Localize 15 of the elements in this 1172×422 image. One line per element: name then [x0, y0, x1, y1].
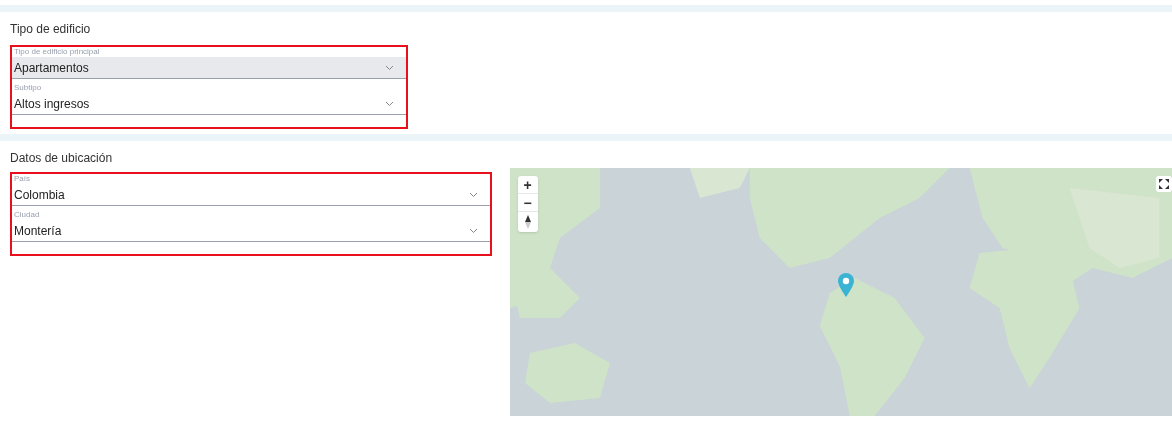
- fullscreen-icon[interactable]: [1156, 176, 1172, 192]
- field-label: Ciudad: [13, 210, 41, 220]
- chevron-down-icon: [385, 64, 394, 71]
- chevron-down-icon: [385, 100, 394, 107]
- field-label: Tipo de edificio principal: [13, 47, 101, 57]
- zoom-out-button[interactable]: −: [517, 194, 538, 212]
- field-label: Subtipo: [13, 83, 43, 93]
- zoom-in-button[interactable]: +: [517, 176, 538, 194]
- select-field[interactable]: Apartamentos: [12, 57, 406, 79]
- chevron-down-icon: [468, 191, 478, 198]
- section-title: Datos de ubicación: [9, 150, 114, 167]
- section-title: Tipo de edificio: [9, 21, 92, 38]
- map-pin-icon: [836, 272, 855, 298]
- field-label: País: [13, 174, 31, 184]
- chevron-down-icon: [468, 227, 478, 234]
